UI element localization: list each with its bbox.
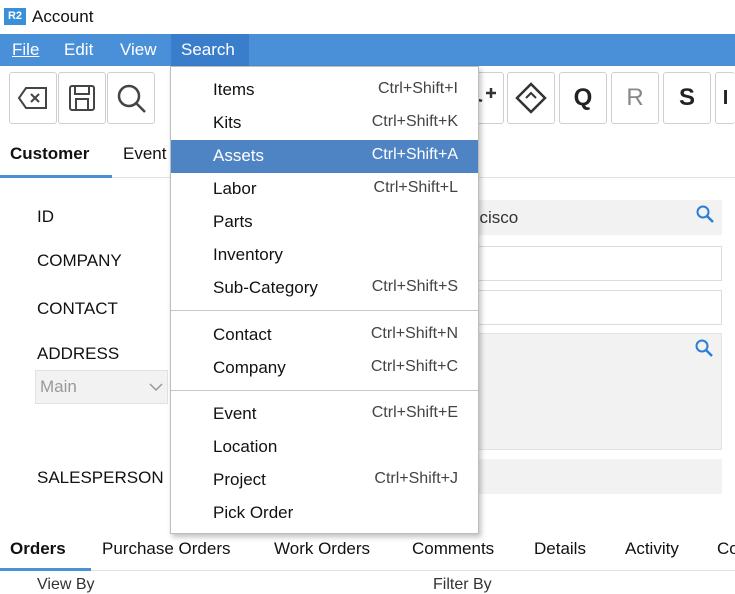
menu-file[interactable]: File <box>2 34 49 66</box>
menu-item-label: Company <box>213 358 286 377</box>
salesperson-label: SALESPERSON <box>37 468 164 487</box>
id-search-icon[interactable] <box>696 205 714 223</box>
menu-item-event[interactable]: Event Ctrl+Shift+E <box>171 398 478 431</box>
partial-label: I <box>722 86 729 109</box>
s-label: S <box>678 84 695 111</box>
menu-item-shortcut: Ctrl+Shift+N <box>370 325 458 342</box>
address-type-select[interactable]: Main <box>35 370 168 404</box>
address-search-icon[interactable] <box>695 339 713 357</box>
menu-item-location[interactable]: Location <box>171 431 478 464</box>
menu-item-labor[interactable]: Labor Ctrl+Shift+L <box>171 173 478 206</box>
id-label: ID <box>37 207 54 226</box>
ticket-icon <box>515 82 547 114</box>
menu-item-label: Labor <box>213 179 257 198</box>
menu-item-shortcut: Ctrl+Shift+C <box>370 358 458 375</box>
menu-item-shortcut: Ctrl+Shift+K <box>371 113 458 130</box>
ticket-button[interactable] <box>507 72 555 124</box>
menu-item-kits[interactable]: Kits Ctrl+Shift+K <box>171 107 478 140</box>
menu-item-label: Assets <box>213 146 265 165</box>
menu-item-label: Sub-Category <box>213 278 318 297</box>
menu-item-shortcut: Ctrl+Shift+S <box>371 278 458 295</box>
r-label: R <box>626 84 644 111</box>
menu-item-contact[interactable]: Contact Ctrl+Shift+N <box>171 319 478 352</box>
menu-edit[interactable]: Edit <box>54 34 103 66</box>
menu-bar: File Edit View Search <box>0 34 735 66</box>
title-bar: R2 Account <box>0 0 735 34</box>
menu-item-label: Location <box>213 437 278 456</box>
delete-tag-icon <box>17 87 47 109</box>
delete-button[interactable] <box>9 72 57 124</box>
tab-partial[interactable]: Co <box>717 523 735 571</box>
app-logo: R2 <box>4 8 26 25</box>
company-field[interactable] <box>470 246 722 281</box>
menu-item-label: Items <box>213 80 255 99</box>
menu-separator <box>171 390 478 391</box>
salesperson-field[interactable] <box>470 459 722 494</box>
menu-item-label: Project <box>213 470 266 489</box>
contact-label: CONTACT <box>37 299 118 318</box>
menu-item-company[interactable]: Company Ctrl+Shift+C <box>171 352 478 385</box>
menu-item-shortcut: Ctrl+Shift+I <box>377 80 458 97</box>
menu-item-project[interactable]: Project Ctrl+Shift+J <box>171 464 478 497</box>
address-label: ADDRESS <box>37 344 120 363</box>
r-button[interactable]: R <box>611 72 659 124</box>
menu-item-shortcut: Ctrl+Shift+A <box>371 146 458 163</box>
partial-toolbar-button[interactable]: I <box>715 72 735 124</box>
menu-item-label: Kits <box>213 113 242 132</box>
address-type-value: Main <box>40 377 77 396</box>
menu-separator <box>171 310 478 311</box>
menu-item-sub-category[interactable]: Sub-Category Ctrl+Shift+S <box>171 272 478 305</box>
search-menu-dropdown: Items Ctrl+Shift+I Kits Ctrl+Shift+K Asset… <box>170 66 479 534</box>
q-button[interactable]: Q <box>559 72 607 124</box>
menu-item-inventory[interactable]: Inventory <box>171 239 478 272</box>
menu-item-label: Pick Order <box>213 503 294 522</box>
menu-item-label: Contact <box>213 325 272 344</box>
menu-item-assets[interactable]: Assets Ctrl+Shift+A <box>171 140 478 173</box>
menu-item-shortcut: Ctrl+Shift+L <box>373 179 458 196</box>
menu-view[interactable]: View <box>110 34 167 66</box>
tab-details[interactable]: Details <box>534 523 586 571</box>
tab-event[interactable]: Event <box>113 130 176 178</box>
tab-customer[interactable]: Customer <box>0 130 112 178</box>
save-icon <box>69 85 95 111</box>
search-icon <box>117 84 146 113</box>
chevron-down-icon <box>149 383 163 392</box>
menu-item-shortcut: Ctrl+Shift+E <box>371 404 458 421</box>
view-by-label: View By <box>37 576 95 593</box>
q-label: Q <box>573 84 593 111</box>
menu-search[interactable]: Search <box>171 34 249 66</box>
save-button[interactable] <box>58 72 106 124</box>
id-field[interactable]: ncisco <box>470 200 722 235</box>
window-title: Account <box>32 7 94 26</box>
menu-item-pick-order[interactable]: Pick Order <box>171 497 478 530</box>
address-field[interactable] <box>470 333 722 450</box>
company-label: COMPANY <box>37 251 122 270</box>
menu-item-label: Event <box>213 404 257 423</box>
menu-item-items[interactable]: Items Ctrl+Shift+I <box>171 74 478 107</box>
s-button[interactable]: S <box>663 72 711 124</box>
tab-activity[interactable]: Activity <box>625 523 679 571</box>
menu-item-label: Parts <box>213 212 253 231</box>
menu-item-label: Inventory <box>213 245 283 264</box>
tab-orders[interactable]: Orders <box>0 523 91 571</box>
menu-item-shortcut: Ctrl+Shift+J <box>374 470 458 487</box>
search-button[interactable] <box>107 72 155 124</box>
contact-field[interactable] <box>470 290 722 325</box>
filter-by-label: Filter By <box>433 576 492 593</box>
menu-item-parts[interactable]: Parts <box>171 206 478 239</box>
